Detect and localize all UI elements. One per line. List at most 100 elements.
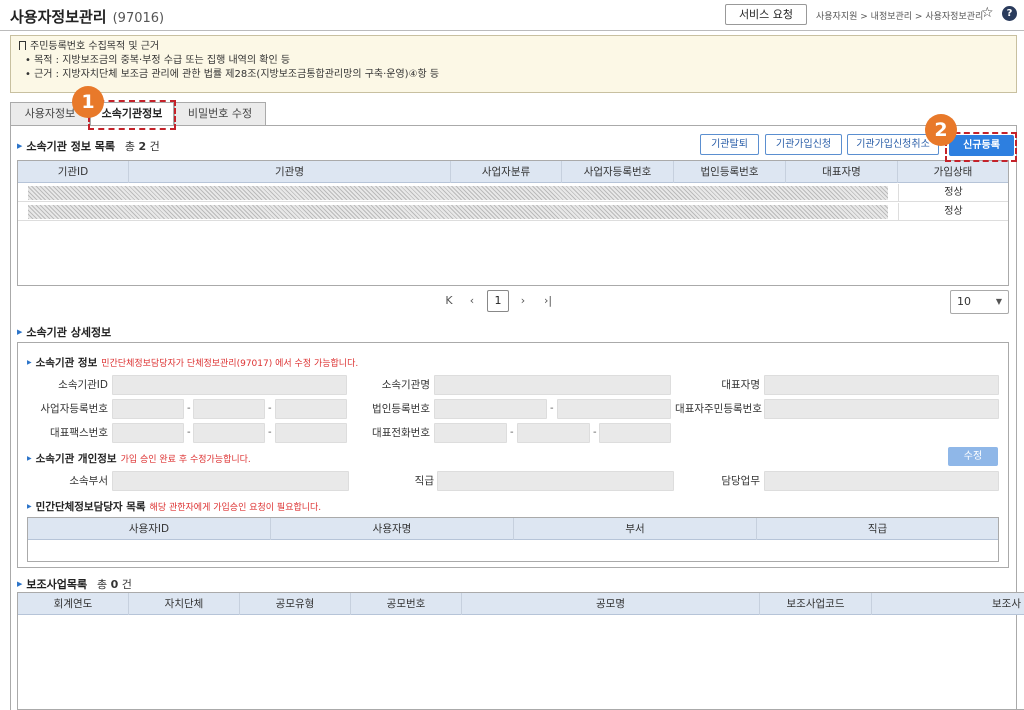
service-request-button[interactable]: 서비스 요청 <box>725 4 807 25</box>
col-subsidy-code[interactable]: 보조사업코드 <box>760 593 872 615</box>
page-size-value: 10 <box>957 295 971 308</box>
col-contest-name[interactable]: 공모명 <box>462 593 760 615</box>
chevron-down-icon: ▼ <box>995 297 1002 306</box>
dash: - <box>268 427 272 438</box>
col-contest-type[interactable]: 공모유형 <box>240 593 351 615</box>
table-row[interactable]: 정상 <box>18 184 1008 202</box>
label-ceo-name: 대표자명 <box>721 379 760 391</box>
detail-title: ▶ 소속기관 상세정보 <box>17 326 112 339</box>
fax-field-1 <box>112 423 184 443</box>
masked-data <box>28 205 888 219</box>
duty-field[interactable] <box>764 471 999 491</box>
label-fax: 대표팩스번호 <box>50 427 108 439</box>
dash: - <box>187 403 191 414</box>
notice-title: 주민등록번호 수집목적 및 근거 <box>30 41 160 52</box>
biz-no-field-1 <box>112 399 184 419</box>
managers-note: 해당 관한자에게 가입승인 요청이 필요합니다. <box>149 503 322 513</box>
grid-header: 사용자ID 사용자명 부서 직급 <box>28 518 998 540</box>
dash: - <box>268 403 272 414</box>
col-contest-no[interactable]: 공모번호 <box>351 593 462 615</box>
edit-button[interactable]: 수정 <box>948 447 998 466</box>
tel-field-3 <box>599 423 671 443</box>
fax-field-3 <box>275 423 347 443</box>
label-corp-no: 법인등록번호 <box>372 403 430 415</box>
ceo-rrn-field <box>764 399 999 419</box>
join-org-button[interactable]: 기관가입신청 <box>765 134 842 155</box>
subsidy-title: ▶ 보조사업목록 총 0 건 <box>17 578 132 591</box>
subsidy-count: 총 0 건 <box>96 578 132 591</box>
managers-grid: 사용자ID 사용자명 부서 직급 <box>27 517 999 562</box>
cancel-join-button[interactable]: 기관가입신청취소 <box>847 134 939 155</box>
org-name-field <box>434 375 671 395</box>
col-position[interactable]: 직급 <box>757 518 998 540</box>
col-user-id[interactable]: 사용자ID <box>28 518 271 540</box>
col-org-name[interactable]: 기관명 <box>129 161 451 183</box>
next-page-icon[interactable]: › <box>516 294 530 308</box>
triangle-icon: ▶ <box>27 359 32 366</box>
col-user-name[interactable]: 사용자명 <box>271 518 514 540</box>
notice-basis: • 근거 : 지방자치단체 보조금 관리에 관한 법률 제28조(지방보조금통합… <box>25 69 440 80</box>
label-tel: 대표전화번호 <box>372 427 430 439</box>
grid-header: 기관ID 기관명 사업자분류 사업자등록번호 법인등록번호 대표자명 가입상태 <box>18 161 1008 183</box>
tel-field-2 <box>517 423 590 443</box>
org-list-title: ▶ 소속기관 정보 목록 총 2 건 <box>17 140 160 153</box>
dash: - <box>593 427 597 438</box>
personal-info-note: 가입 승인 완료 후 수정가능합니다. <box>120 455 251 465</box>
triangle-icon: ▶ <box>17 142 23 150</box>
tab-password[interactable]: 비밀번호 수정 <box>174 102 266 126</box>
row-status: 정상 <box>898 184 1008 202</box>
org-id-field <box>112 375 347 395</box>
privacy-notice: 주민등록번호 수집목적 및 근거 • 목적 : 지방보조금의 중복·부정 수급 … <box>10 35 1017 93</box>
page-code: (97016) <box>112 11 165 26</box>
star-icon[interactable]: ☆ <box>981 6 995 20</box>
divider <box>0 30 1024 31</box>
col-org-id[interactable]: 기관ID <box>18 161 129 183</box>
col-ceo-name[interactable]: 대표자명 <box>786 161 898 183</box>
row-status: 정상 <box>898 203 1008 221</box>
col-corp-no[interactable]: 법인등록번호 <box>674 161 786 183</box>
masked-data <box>28 186 888 200</box>
org-info-note: 민간단체정보담당자가 단체정보관리(97017) 에서 수정 가능합니다. <box>101 359 359 369</box>
col-fiscal-year[interactable]: 회계연도 <box>18 593 129 615</box>
col-biz-no[interactable]: 사업자등록번호 <box>562 161 674 183</box>
label-ceo-rrn: 대표자주민등록번호 <box>675 403 762 415</box>
col-biz-type[interactable]: 사업자분류 <box>451 161 562 183</box>
col-subsidy-more[interactable]: 보조사 <box>872 593 1023 615</box>
org-list-count: 총 2 건 <box>124 140 160 153</box>
triangle-icon: ▶ <box>27 503 32 510</box>
tel-field-1 <box>434 423 507 443</box>
col-dept[interactable]: 부서 <box>514 518 757 540</box>
dept-field[interactable] <box>112 471 349 491</box>
current-page[interactable]: 1 <box>487 290 509 312</box>
personal-info-title: ▶ 소속기관 개인정보 가입 승인 완료 후 수정가능합니다. <box>27 453 251 465</box>
label-dept: 소속부서 <box>69 475 108 487</box>
col-join-status[interactable]: 가입상태 <box>898 161 1008 183</box>
highlight-new-button-box <box>945 132 1017 162</box>
step-badge-2: 2 <box>925 114 957 146</box>
leave-org-button[interactable]: 기관탈퇴 <box>700 134 759 155</box>
org-info-title: ▶ 소속기관 정보 민간단체정보담당자가 단체정보관리(97017) 에서 수정 가… <box>27 357 359 369</box>
biz-no-field-3 <box>275 399 347 419</box>
label-org-id: 소속기관ID <box>58 379 108 391</box>
managers-title: ▶ 민간단체정보담당자 목록 해당 관한자에게 가입승인 요청이 필요합니다. <box>27 501 322 513</box>
ceo-name-field <box>764 375 999 395</box>
first-page-icon[interactable]: K <box>442 294 456 308</box>
table-row[interactable]: 정상 <box>18 203 1008 221</box>
biz-no-field-2 <box>193 399 265 419</box>
help-icon[interactable]: ? <box>1002 6 1017 21</box>
dash: - <box>510 427 514 438</box>
page-title: 사용자정보관리 (97016) <box>10 8 165 26</box>
org-list-grid: 기관ID 기관명 사업자분류 사업자등록번호 법인등록번호 대표자명 가입상태 … <box>17 160 1009 286</box>
page-size-select[interactable]: 10 ▼ <box>950 290 1009 314</box>
dash: - <box>550 403 554 414</box>
col-local-gov[interactable]: 자치단체 <box>129 593 240 615</box>
corp-no-field-2 <box>557 399 671 419</box>
notice-purpose: • 목적 : 지방보조금의 중복·부정 수급 또는 집행 내역의 확인 등 <box>25 55 291 66</box>
bookmark-icon <box>19 41 26 50</box>
position-field[interactable] <box>437 471 674 491</box>
last-page-icon[interactable]: ›| <box>541 294 555 308</box>
breadcrumb: 사용자지원 > 내정보관리 > 사용자정보관리 <box>816 12 984 22</box>
prev-page-icon[interactable]: ‹ <box>465 294 479 308</box>
triangle-icon: ▶ <box>17 328 23 336</box>
label-org-name: 소속기관명 <box>381 379 430 391</box>
